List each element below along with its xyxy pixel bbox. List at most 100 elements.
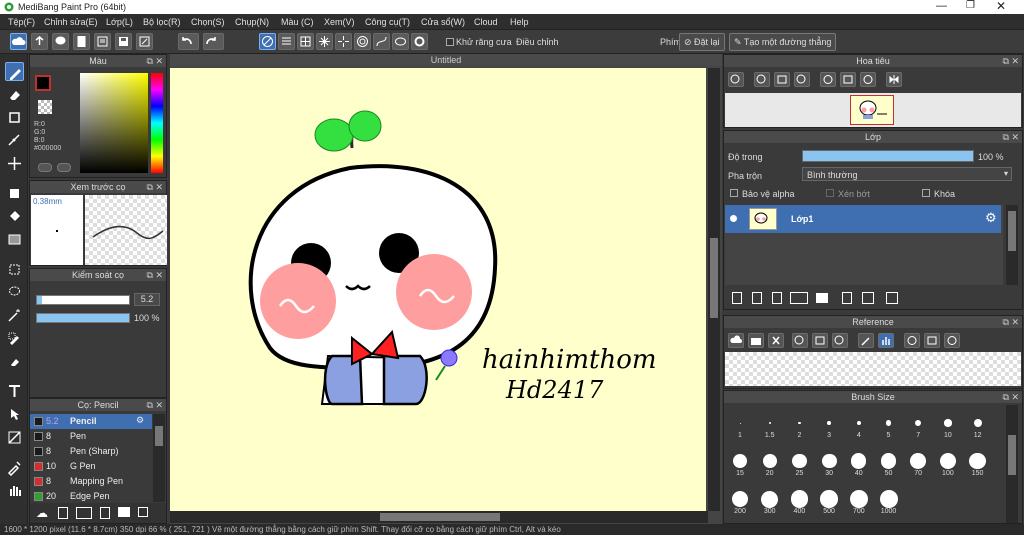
brush-size-12[interactable]: 12 xyxy=(964,411,992,439)
visibility-icon[interactable] xyxy=(730,215,737,222)
menu-file[interactable]: Tệp(F) xyxy=(8,17,35,27)
folder-icon[interactable] xyxy=(118,507,130,517)
brush-size-3[interactable]: 3 xyxy=(815,411,843,439)
save-icon[interactable] xyxy=(115,33,132,50)
canvas-horizontal-scrollbar[interactable] xyxy=(170,511,708,523)
move-tool-icon[interactable] xyxy=(5,154,24,173)
brush-size-150[interactable]: 150 xyxy=(964,449,992,477)
radial-snap-icon[interactable] xyxy=(335,33,352,50)
brush-item-pen[interactable]: 8 Pen xyxy=(30,429,152,444)
canvas-vertical-scrollbar[interactable] xyxy=(708,68,720,511)
reset-view-icon[interactable] xyxy=(840,72,856,87)
dot-tool-icon[interactable] xyxy=(5,131,24,150)
protect-alpha-checkbox[interactable] xyxy=(730,189,738,197)
fill-rect-tool-icon[interactable] xyxy=(5,184,24,203)
divide-tool-icon[interactable] xyxy=(5,428,24,447)
grid-snap-icon[interactable] xyxy=(297,33,314,50)
brush-item-edge-pen[interactable]: 20 Edge Pen xyxy=(30,489,152,502)
gear-icon[interactable]: ⚙ xyxy=(985,210,997,226)
select-pen-tool-icon[interactable] xyxy=(5,329,24,348)
brush-tool-icon[interactable] xyxy=(5,62,24,81)
antialias-checkbox[interactable] xyxy=(446,38,454,46)
merge-layer-icon[interactable] xyxy=(862,292,874,304)
menu-view[interactable]: Xem(V) xyxy=(324,17,355,27)
duplicate-icon[interactable] xyxy=(138,507,148,517)
delete-layer-icon[interactable] xyxy=(886,292,898,304)
new-1bit-layer-icon[interactable] xyxy=(772,292,782,304)
gradient-tool-icon[interactable] xyxy=(5,230,24,249)
comment-icon[interactable] xyxy=(52,33,69,50)
menu-cloud[interactable]: Cloud xyxy=(474,17,498,27)
hue-slider[interactable] xyxy=(151,73,163,173)
brush-size-200[interactable]: 200 xyxy=(726,487,754,515)
export-icon[interactable] xyxy=(136,33,153,50)
lock-checkbox[interactable] xyxy=(922,189,930,197)
menu-edit[interactable]: Chỉnh sửa(E) xyxy=(44,17,98,27)
brush-size-4[interactable]: 4 xyxy=(845,411,873,439)
reference-view[interactable] xyxy=(725,352,1021,386)
eyedropper-icon[interactable] xyxy=(858,333,874,348)
panel-menu-icon[interactable]: ⧉ ✕ xyxy=(1003,316,1019,328)
brush-opacity-slider[interactable] xyxy=(36,313,130,323)
brush-size-700[interactable]: 700 xyxy=(845,487,873,515)
brush-size-300[interactable]: 300 xyxy=(756,487,784,515)
cloud-brush-icon[interactable]: ☁ xyxy=(36,506,48,520)
new-file-icon[interactable] xyxy=(73,33,90,50)
saturation-value-picker[interactable] xyxy=(80,73,148,173)
color-history-button[interactable] xyxy=(38,163,52,172)
brush-size-30[interactable]: 30 xyxy=(815,449,843,477)
panel-menu-icon[interactable]: ⧉ ✕ xyxy=(1003,131,1019,143)
reset-view-icon[interactable] xyxy=(924,333,940,348)
maximize-button[interactable]: ❐ xyxy=(966,0,975,11)
brush-size-400[interactable]: 400 xyxy=(785,487,813,515)
ellipse-snap-icon[interactable] xyxy=(392,33,409,50)
brush-size-slider[interactable] xyxy=(36,295,130,305)
duplicate-layer-icon[interactable] xyxy=(842,292,852,304)
curve-snap-icon[interactable] xyxy=(373,33,390,50)
brush-item-mapping-pen[interactable]: 8 Mapping Pen xyxy=(30,474,152,489)
magic-wand-tool-icon[interactable] xyxy=(5,306,24,325)
rotate-left-icon[interactable] xyxy=(904,333,920,348)
folder-icon[interactable] xyxy=(816,293,828,303)
brush-size-40[interactable]: 40 xyxy=(845,449,873,477)
panel-menu-icon[interactable]: ⧉ ✕ xyxy=(1003,391,1019,403)
copy-brush-icon[interactable] xyxy=(100,507,110,519)
zoom-out-icon[interactable] xyxy=(794,72,810,87)
snap-settings-icon[interactable] xyxy=(411,33,428,50)
layer-opacity-slider[interactable] xyxy=(802,150,974,162)
zoom-out-icon[interactable] xyxy=(832,333,848,348)
blend-mode-dropdown[interactable]: Bình thường ▾ xyxy=(802,167,1012,181)
navigator-preview[interactable] xyxy=(725,93,1021,127)
brush-options-icon[interactable] xyxy=(76,507,92,519)
cloud-icon[interactable] xyxy=(10,33,27,50)
brush-size-1000[interactable]: 1000 xyxy=(875,487,903,515)
brush-item-pen-sharp[interactable]: 8 Pen (Sharp) xyxy=(30,444,152,459)
create-line-button[interactable]: ✎ Tạo một đường thẳng xyxy=(729,33,837,51)
brush-size-100[interactable]: 100 xyxy=(934,449,962,477)
rectangle-tool-icon[interactable] xyxy=(5,108,24,127)
minimize-button[interactable]: — xyxy=(936,0,947,12)
layer-scrollbar[interactable] xyxy=(1006,205,1018,285)
brush-size-value[interactable]: 5.2 xyxy=(134,293,160,306)
select-eraser-tool-icon[interactable] xyxy=(5,352,24,371)
brush-size-50[interactable]: 50 xyxy=(875,449,903,477)
panel-menu-icon[interactable]: ⧉ ✕ xyxy=(147,269,163,281)
artboard[interactable]: hainhimthom Hd2417 xyxy=(170,68,706,511)
radial-line-snap-icon[interactable] xyxy=(316,33,333,50)
panel-menu-icon[interactable]: ⧉ ✕ xyxy=(147,55,163,67)
operation-tool-icon[interactable] xyxy=(5,405,24,424)
new-layer-icon[interactable] xyxy=(732,292,742,304)
zoom-in-icon[interactable] xyxy=(728,72,744,87)
zoom-in-icon[interactable] xyxy=(792,333,808,348)
brush-list-scrollbar[interactable] xyxy=(153,414,165,502)
bucket-tool-icon[interactable] xyxy=(5,207,24,226)
clipping-checkbox[interactable] xyxy=(826,189,834,197)
reset-button[interactable]: ⊘ Đặt lại xyxy=(679,33,725,51)
brush-size-70[interactable]: 70 xyxy=(904,449,932,477)
new-halftone-layer-icon[interactable] xyxy=(752,292,762,304)
rotate-left-icon[interactable] xyxy=(820,72,836,87)
new-brush-icon[interactable] xyxy=(58,507,68,519)
menu-layer[interactable]: Lớp(L) xyxy=(106,17,133,27)
brush-size-20[interactable]: 20 xyxy=(756,449,784,477)
brush-size-2[interactable]: 2 xyxy=(785,411,813,439)
